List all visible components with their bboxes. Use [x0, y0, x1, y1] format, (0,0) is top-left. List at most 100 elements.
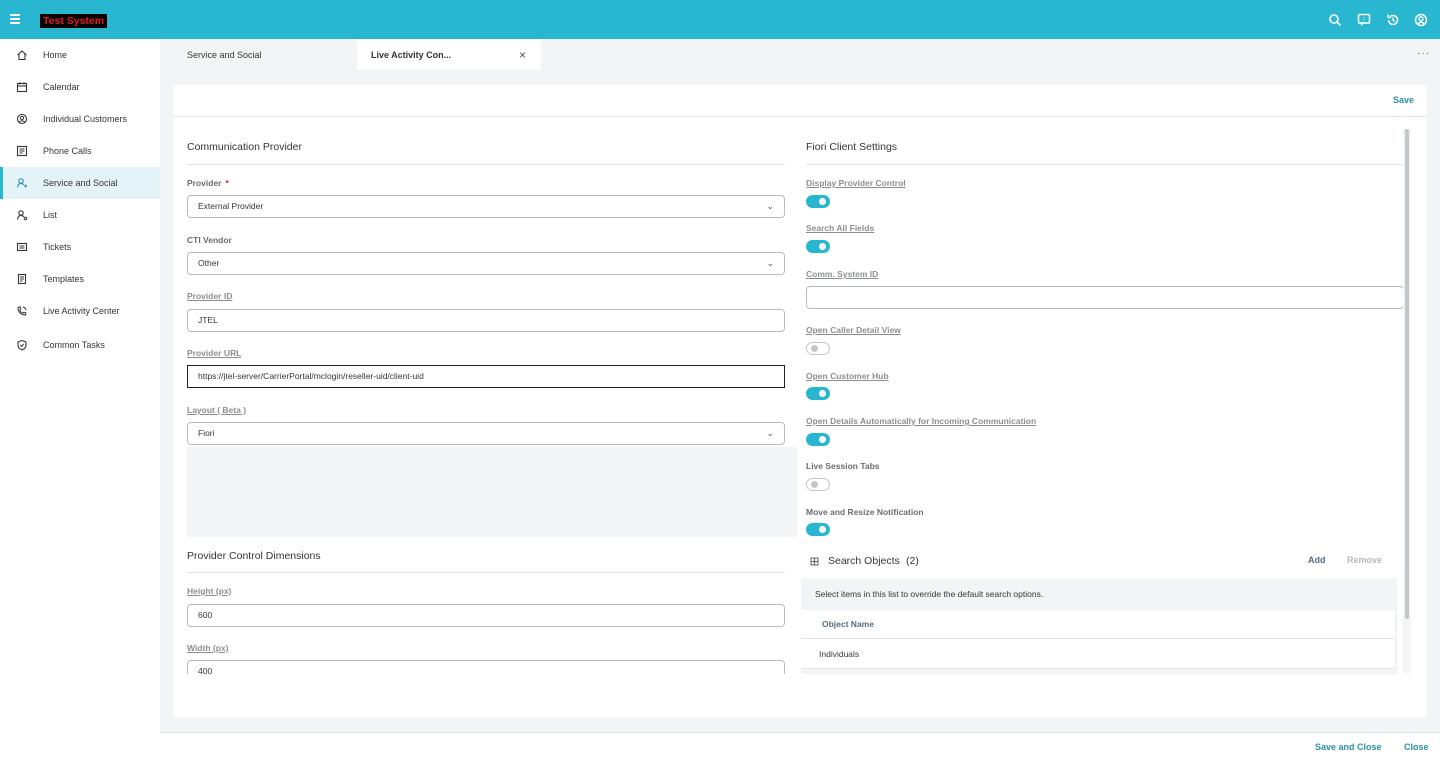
sidebar-item-home[interactable]: Home — [0, 39, 160, 71]
sidebar-item-label: Service and Social — [43, 178, 118, 188]
sidebar-item-label: Phone Calls — [43, 146, 92, 156]
provider-url-label: Provider URL — [187, 348, 242, 358]
comm-system-id-input[interactable] — [806, 286, 1404, 309]
search-objects-hint: Select items in this list to override th… — [815, 589, 1044, 599]
calendar-icon — [16, 82, 28, 93]
tab-service-and-social[interactable]: Service and Social — [173, 39, 356, 70]
home-icon — [17, 50, 27, 61]
search-objects-count: (2) — [906, 555, 919, 567]
tickets-icon — [16, 242, 28, 252]
cti-vendor-select[interactable]: Other ⌄ — [187, 252, 785, 275]
sidebar-item-individual-customers[interactable]: Individual Customers — [0, 103, 160, 135]
chevron-down-icon: ⌄ — [766, 201, 774, 211]
layout-select[interactable]: Fiori ⌄ — [187, 422, 785, 445]
sidebar-item-templates[interactable]: Templates — [0, 263, 160, 295]
move-resize-notification-toggle[interactable] — [806, 523, 830, 536]
feedback-icon[interactable]: ! — [1357, 13, 1371, 27]
cti-vendor-label: CTI Vendor — [187, 235, 232, 245]
sidebar-item-live-activity-center[interactable]: Live Activity Center — [0, 295, 160, 327]
provider-url-input[interactable]: https://jtel-server/CarrierPortal/mclogi… — [187, 365, 785, 388]
open-details-automatically-label: Open Details Automatically for Incoming … — [806, 416, 1037, 426]
tab-live-activity-center[interactable]: Live Activity Con... × — [357, 39, 541, 70]
settings-card: Save Communication Provider Provider * Ex… — [173, 85, 1427, 718]
save-button[interactable]: Save — [1393, 95, 1414, 105]
user-profile-icon[interactable] — [1414, 13, 1428, 27]
height-label: Height (px) — [187, 586, 232, 596]
communication-provider-title: Communication Provider — [187, 141, 302, 153]
open-customer-hub-label: Open Customer Hub — [806, 371, 889, 381]
customer-icon — [16, 113, 28, 125]
object-name-column: Object Name — [822, 619, 874, 629]
remove-button[interactable]: Remove — [1347, 555, 1382, 565]
card-toolbar: Save — [173, 85, 1427, 117]
sidebar-item-phone-calls[interactable]: Phone Calls — [0, 135, 160, 167]
width-input[interactable]: 400 — [187, 660, 785, 674]
tab-bar: Service and Social Live Activity Con... … — [160, 39, 1440, 70]
provider-label: Provider * — [187, 178, 229, 188]
main-content: Service and Social Live Activity Con... … — [160, 39, 1440, 758]
search-icon[interactable] — [1328, 13, 1342, 27]
open-customer-hub-toggle[interactable] — [806, 387, 830, 400]
sidebar-item-label: Calendar — [43, 82, 80, 92]
scrollbar-thumb[interactable] — [1405, 129, 1409, 619]
cti-vendor-value: Other — [198, 258, 220, 268]
brand-logo: Test System — [40, 14, 107, 28]
provider-id-label: Provider ID — [187, 291, 233, 301]
layout-value: Fiori — [198, 428, 215, 438]
close-tab-icon[interactable]: × — [519, 48, 526, 62]
provider-select[interactable]: External Provider ⌄ — [187, 195, 785, 218]
shell-bar: Test System ! — [0, 0, 1440, 39]
sidebar-item-calendar[interactable]: Calendar — [0, 71, 160, 103]
sidebar-item-label: Common Tasks — [43, 340, 105, 350]
sidebar-item-label: Live Activity Center — [43, 306, 120, 316]
sidebar-item-service-and-social[interactable]: Service and Social — [0, 167, 160, 199]
provider-id-input[interactable]: JTEL — [187, 309, 785, 332]
search-all-fields-toggle[interactable] — [806, 240, 830, 253]
provider-control-dimensions-title: Provider Control Dimensions — [187, 550, 321, 562]
provider-label-text: Provider — [187, 178, 222, 188]
height-input[interactable]: 600 — [187, 604, 785, 627]
history-icon[interactable] — [1386, 13, 1400, 27]
more-icon[interactable]: ··· — [1417, 48, 1430, 59]
comm-system-id-label: Comm. System ID — [806, 269, 879, 279]
sidebar-item-label: Individual Customers — [43, 114, 128, 124]
phone-calls-icon — [16, 145, 28, 157]
menu-icon[interactable] — [10, 14, 20, 24]
table-header: Object Name — [801, 610, 1395, 639]
sidebar-item-common-tasks[interactable]: Common Tasks — [0, 329, 160, 361]
display-provider-control-label: Display Provider Control — [806, 178, 906, 188]
save-and-close-button[interactable]: Save and Close — [1315, 742, 1382, 752]
width-label: Width (px) — [187, 643, 229, 653]
sidebar-item-label: Tickets — [43, 242, 72, 252]
tab-label: Service and Social — [187, 49, 262, 60]
live-activity-icon — [17, 306, 27, 316]
sidebar-item-label: List — [43, 210, 58, 220]
move-resize-notification-label: Move and Resize Notification — [806, 507, 924, 517]
tab-label: Live Activity Con... — [371, 49, 452, 60]
table-row[interactable]: Individuals — [801, 639, 1395, 669]
search-objects-header: Search Objects (2) Add Remove — [801, 544, 1397, 578]
fiori-client-settings-title: Fiori Client Settings — [806, 141, 898, 153]
sidebar-item-label: Templates — [43, 274, 85, 284]
close-button[interactable]: Close — [1404, 742, 1429, 752]
provider-value: External Provider — [198, 201, 264, 211]
tasks-icon — [17, 339, 27, 351]
open-details-automatically-toggle[interactable] — [806, 433, 830, 446]
required-marker: * — [225, 178, 229, 188]
live-session-tabs-label: Live Session Tabs — [806, 461, 880, 471]
chevron-down-icon: ⌄ — [766, 258, 774, 268]
search-objects-title: Search Objects — [828, 555, 900, 567]
display-provider-control-toggle[interactable] — [806, 195, 830, 208]
add-button[interactable]: Add — [1308, 555, 1326, 565]
search-all-fields-label: Search All Fields — [806, 223, 875, 233]
templates-icon — [17, 273, 27, 285]
layout-preview-area — [187, 447, 797, 537]
divider — [187, 572, 785, 573]
open-caller-detail-view-label: Open Caller Detail View — [806, 325, 901, 335]
live-session-tabs-toggle[interactable] — [806, 478, 830, 491]
sidebar: Home Calendar Individual Customers Phone… — [0, 39, 160, 758]
chevron-down-icon: ⌄ — [766, 428, 774, 438]
open-caller-detail-view-toggle[interactable] — [806, 342, 830, 355]
sidebar-item-tickets[interactable]: Tickets — [0, 231, 160, 263]
sidebar-item-list[interactable]: List — [0, 199, 160, 231]
